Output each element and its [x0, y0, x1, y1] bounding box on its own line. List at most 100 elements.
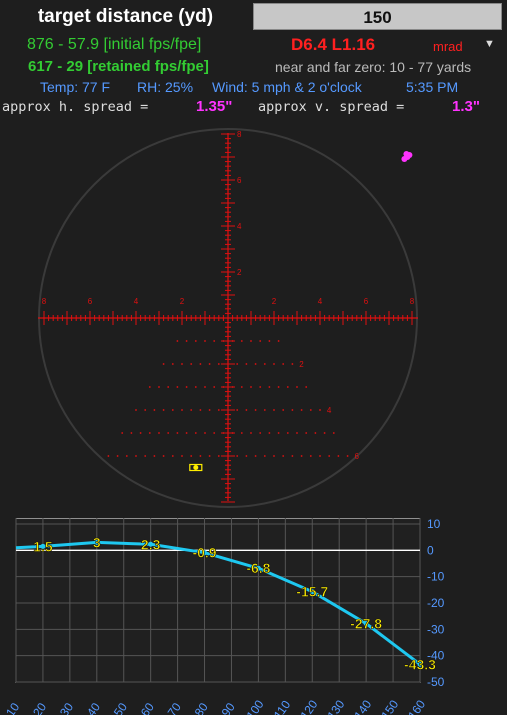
hold-dot [254, 455, 257, 457]
hold-dot [162, 363, 165, 365]
reticle-view[interactable]: 8 6 4 2 2 4 6 8 8 6 4 2 2 4 6 [0, 118, 507, 518]
zero-range-text: near and far zero: 10 - 77 yards [275, 59, 472, 75]
hold-dot [162, 409, 165, 411]
hold-dot [273, 409, 275, 411]
reticle-h-label: 8 [42, 297, 47, 306]
hold-dot [346, 455, 349, 457]
hold-dot [171, 409, 174, 411]
hold-dot [199, 455, 202, 457]
hold-dot [277, 340, 280, 342]
target-distance-input[interactable]: 150 [253, 3, 502, 30]
x-tick-label: 80 [192, 700, 211, 715]
hold-dot [286, 432, 289, 434]
hold-dot [259, 386, 262, 388]
hold-dot [263, 363, 266, 365]
unit-select[interactable]: mrad [433, 39, 463, 54]
trajectory-point-label: -27.8 [350, 616, 382, 632]
hold-dot [208, 455, 211, 457]
hold-dot [231, 340, 234, 342]
hold-dot [273, 363, 275, 365]
hold-dot [286, 386, 289, 388]
hold-dot [144, 455, 147, 457]
reticle-h-label: 6 [88, 297, 93, 306]
x-tick-label: 100 [244, 697, 267, 715]
hold-dot [337, 455, 340, 457]
hold-label: 2 [299, 360, 304, 369]
hold-dot [245, 455, 248, 457]
hold-dot [263, 409, 266, 411]
hold-dot [167, 432, 170, 434]
x-tick-label: 110 [271, 698, 294, 715]
hold-dot [254, 363, 257, 365]
y-tick-label: 0 [427, 543, 434, 557]
hold-dot [305, 432, 308, 434]
hold-dot [332, 432, 335, 434]
hold-dot [268, 340, 271, 342]
x-tick-label: 60 [138, 700, 157, 715]
h-spread-value: 1.35" [196, 98, 233, 115]
hold-dot [148, 432, 151, 434]
hold-dot [309, 409, 312, 411]
hold-dot [144, 409, 147, 411]
reticle-h-label: 2 [272, 297, 277, 306]
hold-dot [296, 386, 298, 388]
hold-dot [296, 432, 298, 434]
hold-dot [153, 409, 156, 411]
hold-dot [282, 409, 285, 411]
humidity-text: RH: 25% [137, 79, 194, 95]
hold-dot [282, 363, 285, 365]
x-tick-label: 120 [298, 697, 321, 715]
x-tick-label: 140 [351, 697, 374, 715]
hold-dot [259, 432, 262, 434]
hold-dot [273, 455, 275, 457]
hold-dot [199, 363, 202, 365]
x-tick-label: 10 [3, 700, 22, 715]
hold-dot [250, 386, 252, 388]
hold-dot [190, 363, 193, 365]
hold-dot [259, 340, 262, 342]
unit-value: mrad [433, 39, 463, 54]
hold-dot [194, 432, 197, 434]
hold-dot [323, 432, 326, 434]
hold-dot [263, 455, 266, 457]
hold-dot [176, 386, 179, 388]
hold-dot [277, 386, 280, 388]
hold-dot [282, 455, 285, 457]
hold-dot [250, 340, 252, 342]
hold-dot [158, 432, 160, 434]
hold-dot [291, 363, 294, 365]
hold-dot [135, 409, 137, 411]
hold-dot [236, 455, 239, 457]
hold-dot [213, 386, 216, 388]
hold-dot [199, 409, 202, 411]
reticle-h-label: 4 [134, 297, 139, 306]
y-tick-label: -30 [427, 622, 445, 636]
v-spread-value: 1.3" [452, 98, 480, 115]
trajectory-point-label: -0.9 [192, 545, 216, 561]
reticle-v-label: 2 [237, 268, 242, 277]
hold-point-dot [193, 465, 199, 470]
hold-dot [268, 386, 271, 388]
x-tick-label: 70 [165, 700, 184, 715]
hold-dot [171, 363, 174, 365]
y-tick-label: -10 [427, 570, 445, 584]
hold-label: 6 [355, 452, 360, 461]
x-tick-label: 130 [324, 697, 347, 715]
hold-dot [213, 340, 216, 342]
chevron-down-icon[interactable]: ▼ [484, 38, 495, 50]
hold-dot [213, 432, 216, 434]
y-tick-label: -50 [427, 675, 445, 689]
trajectory-point-label: -43.3 [404, 656, 436, 672]
reticle-v-label: 6 [237, 176, 242, 185]
hold-dot [194, 386, 197, 388]
impact-dot [403, 151, 410, 157]
hold-dot [240, 432, 243, 434]
reticle-h-label: 2 [180, 297, 185, 306]
hold-dot [250, 432, 252, 434]
hold-dot [162, 455, 165, 457]
hold-dot [153, 455, 156, 457]
temperature-text: Temp: 77 F [40, 79, 111, 95]
retained-velocity-energy: 617 - 29 [retained fps/fpe] [28, 58, 209, 75]
hold-label: 4 [327, 406, 332, 415]
hold-dot [171, 455, 174, 457]
